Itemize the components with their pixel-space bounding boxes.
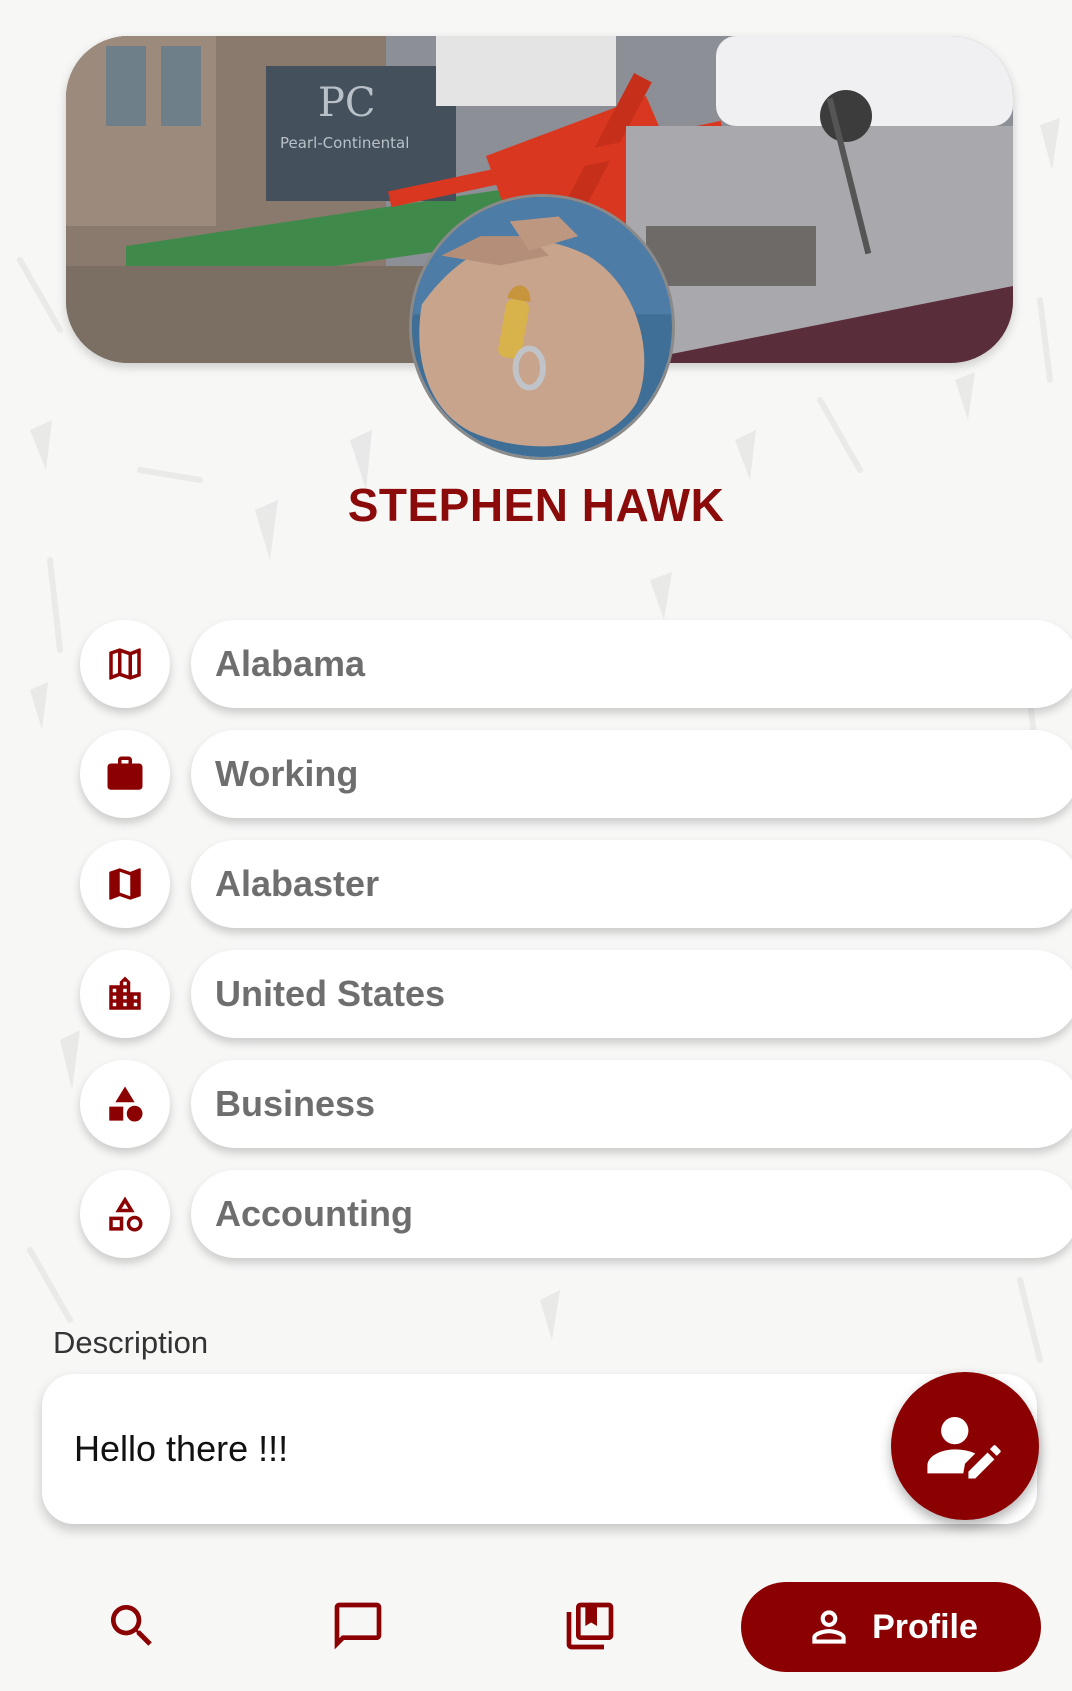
shapes-filled-icon bbox=[109, 1086, 143, 1122]
svg-text:PC: PC bbox=[318, 80, 376, 126]
specialty-field[interactable]: Accounting bbox=[191, 1170, 1072, 1258]
description-label: Description bbox=[53, 1325, 209, 1360]
svg-text:Pearl-Continental: Pearl-Continental bbox=[280, 134, 409, 152]
info-row-country: United States bbox=[80, 950, 1072, 1038]
briefcase-icon bbox=[107, 756, 143, 790]
profile-name: STEPHEN HAWK bbox=[347, 479, 725, 531]
bottom-navigation: Profile bbox=[0, 1560, 1072, 1691]
state-field[interactable]: Alabama bbox=[191, 620, 1072, 708]
nav-profile[interactable]: Profile bbox=[741, 1582, 1041, 1672]
info-row-industry: Business bbox=[80, 1060, 1072, 1148]
city-icon bbox=[109, 976, 141, 1010]
info-icon-pill bbox=[80, 730, 170, 818]
bookmarks-icon bbox=[566, 1602, 614, 1650]
info-icon-pill bbox=[80, 1060, 170, 1148]
person-icon bbox=[812, 1610, 846, 1644]
info-row-state: Alabama bbox=[80, 620, 1072, 708]
map-outline-icon bbox=[109, 648, 141, 680]
shapes-outline-icon bbox=[109, 1196, 143, 1232]
info-row-status: Working bbox=[80, 730, 1072, 818]
nav-profile-label: Profile bbox=[872, 1607, 978, 1646]
avatar[interactable] bbox=[409, 194, 675, 460]
edit-profile-button[interactable] bbox=[891, 1372, 1039, 1520]
employment-field[interactable]: Working bbox=[191, 730, 1072, 818]
info-icon-pill bbox=[80, 1170, 170, 1258]
edit-profile-icon bbox=[927, 1416, 1001, 1479]
info-row-specialty: Accounting bbox=[80, 1170, 1072, 1258]
description-field[interactable]: Hello there !!! bbox=[42, 1374, 1037, 1524]
info-row-city: Alabaster bbox=[80, 840, 1072, 928]
country-field[interactable]: United States bbox=[191, 950, 1072, 1038]
nav-library[interactable] bbox=[550, 1586, 630, 1666]
map-filled-icon bbox=[109, 868, 141, 900]
chat-icon bbox=[334, 1602, 382, 1650]
info-icon-pill bbox=[80, 620, 170, 708]
info-icon-pill bbox=[80, 840, 170, 928]
search-icon bbox=[111, 1605, 152, 1646]
city-field[interactable]: Alabaster bbox=[191, 840, 1072, 928]
nav-search[interactable] bbox=[92, 1586, 172, 1666]
info-icon-pill bbox=[80, 950, 170, 1038]
nav-messages[interactable] bbox=[318, 1586, 398, 1666]
industry-field[interactable]: Business bbox=[191, 1060, 1072, 1148]
